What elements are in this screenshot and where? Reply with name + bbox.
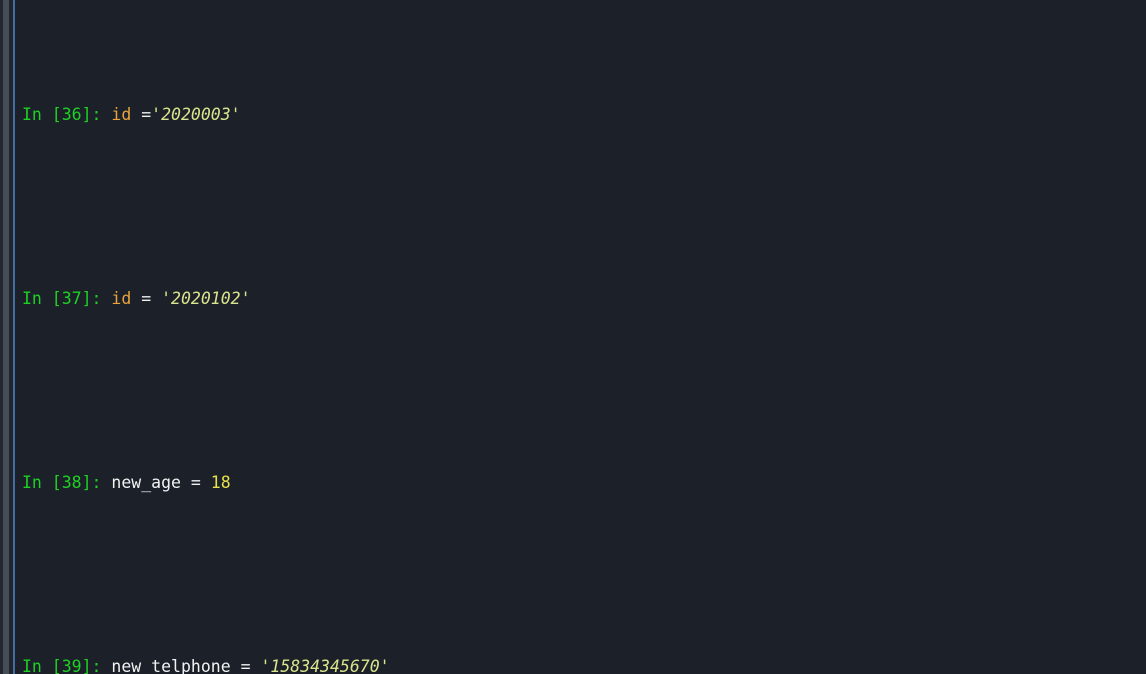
input-line-38[interactable]: In [38]: new_age = 18: [22, 471, 1146, 494]
number-literal: 18: [210, 473, 231, 492]
variable-new-age: new_age: [111, 473, 181, 492]
variable-new-telphone: new_telphone: [111, 657, 231, 674]
string-literal: '2020003': [151, 105, 241, 124]
input-line-39[interactable]: In [39]: new_telphone = '15834345670': [22, 655, 1146, 674]
ipython-console[interactable]: In [36]: id ='2020003' In [37]: id = '20…: [0, 0, 1146, 674]
prompt-in-38: In [38]:: [22, 473, 102, 492]
console-output-area[interactable]: In [36]: id ='2020003' In [37]: id = '20…: [22, 11, 1146, 674]
variable-id: id: [111, 105, 132, 124]
operator-assign: =: [180, 473, 211, 492]
operator-assign: =: [230, 657, 261, 674]
console-accent-line: [13, 0, 15, 674]
prompt-in-37: In [37]:: [22, 289, 102, 308]
string-literal: '15834345670': [260, 657, 390, 674]
prompt-in-36: In [36]:: [22, 105, 102, 124]
operator-assign: =: [131, 105, 152, 124]
operator-assign: =: [131, 289, 162, 308]
input-line-36[interactable]: In [36]: id ='2020003': [22, 103, 1146, 126]
prompt-in-39: In [39]:: [22, 657, 102, 674]
string-literal: '2020102': [161, 289, 251, 308]
input-line-37[interactable]: In [37]: id = '2020102': [22, 287, 1146, 310]
variable-id: id: [111, 289, 132, 308]
